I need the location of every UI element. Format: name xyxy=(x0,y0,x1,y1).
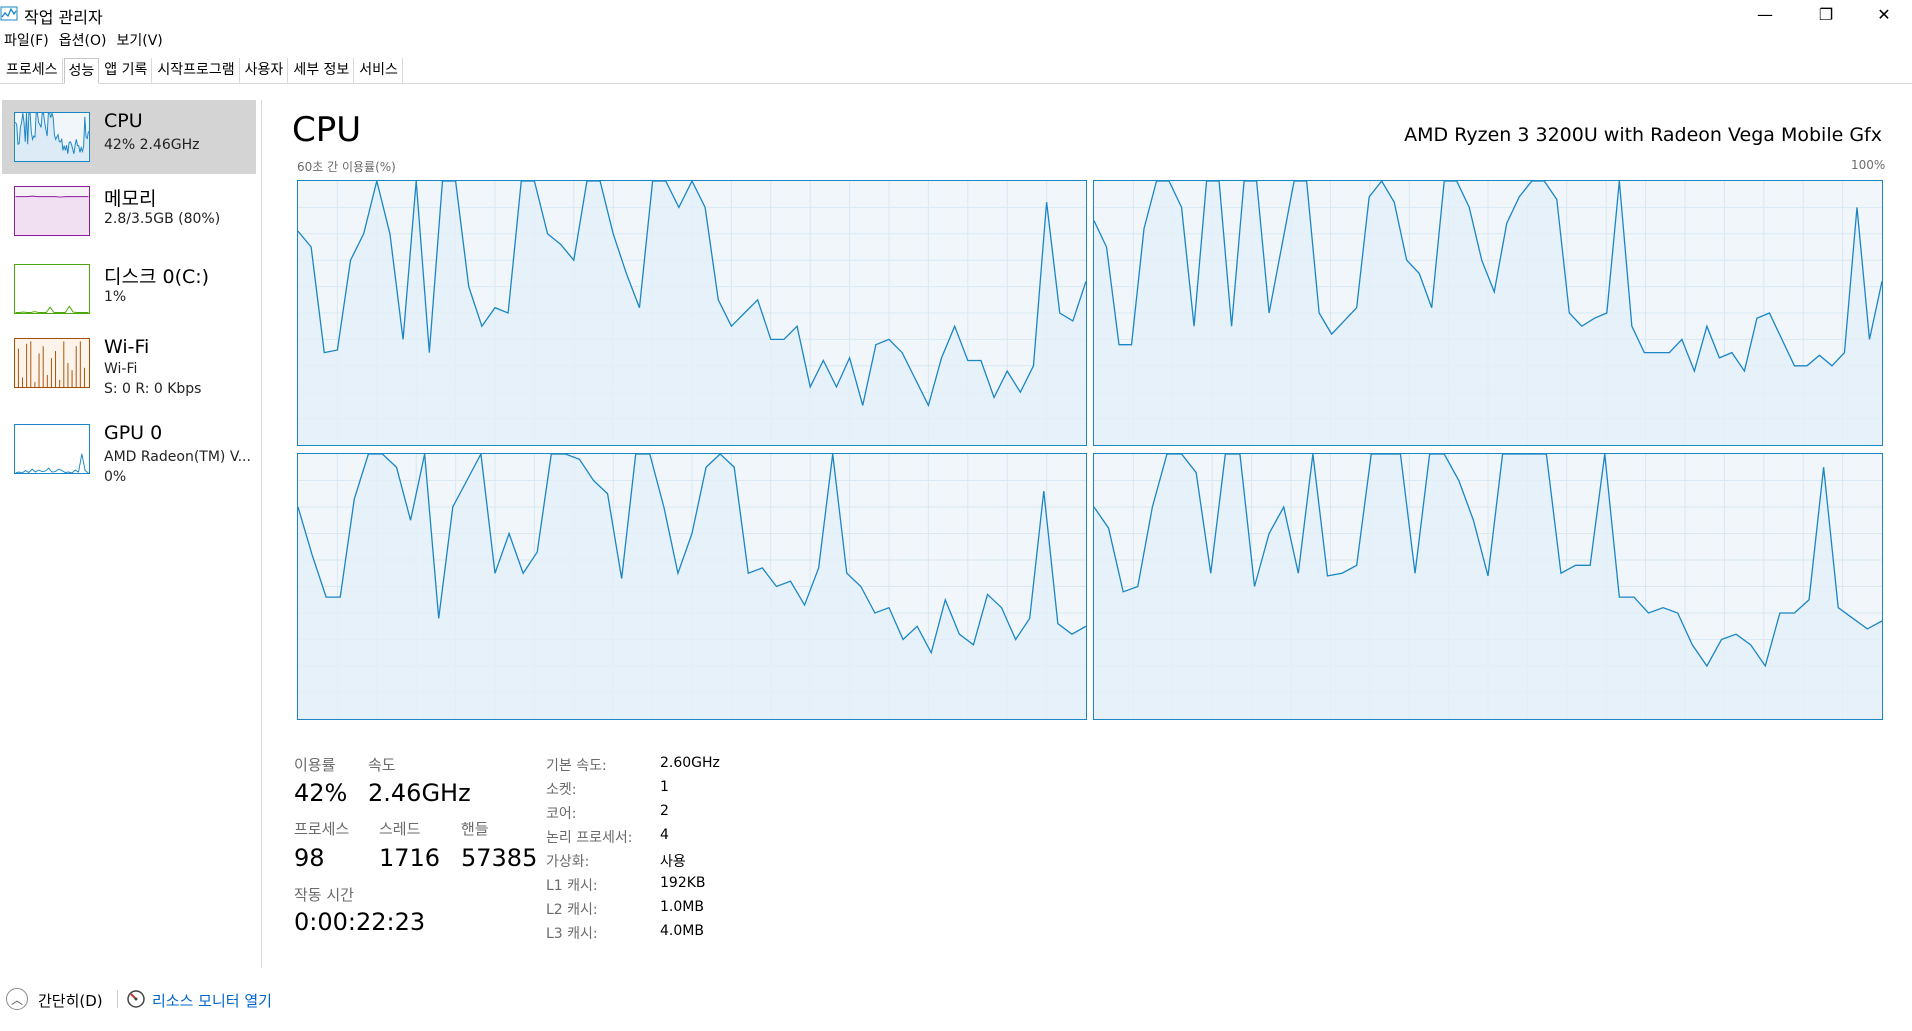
thumbnail-line xyxy=(15,305,89,313)
resource-detail: 1% xyxy=(104,289,127,305)
resource-throughput: S: 0 R: 0 Kbps xyxy=(104,381,202,397)
core-graph-svg xyxy=(298,181,1086,445)
speed-label: 속도 xyxy=(368,756,396,774)
info-label: 소켓: xyxy=(546,782,577,798)
cpu-model: AMD Ryzen 3 3200U with Radeon Vega Mobil… xyxy=(1404,124,1882,146)
chevron-up-icon[interactable]: ︿ xyxy=(6,988,28,1010)
tab-startup[interactable]: 시작프로그램 xyxy=(153,58,240,83)
menu-options[interactable]: 옵션(O) xyxy=(55,30,113,52)
info-value: 2 xyxy=(660,803,669,819)
info-value: 192KB xyxy=(660,875,706,891)
processes-label: 프로세스 xyxy=(294,820,350,838)
resource-monitor-icon xyxy=(127,990,145,1008)
usage-value: 42% xyxy=(294,779,348,807)
resource-memory[interactable]: 메모리 2.8/3.5GB (80%) xyxy=(2,174,256,248)
uptime-value: 0:00:22:23 xyxy=(294,908,426,936)
threads-label: 스레드 xyxy=(379,820,421,838)
resource-cpu[interactable]: CPU 42% 2.46GHz xyxy=(2,100,256,174)
gpu-thumbnail xyxy=(14,424,90,474)
usage-label: 이용률 xyxy=(294,756,336,774)
menu-view[interactable]: 보기(V) xyxy=(112,30,168,52)
resource-name: 디스크 0(C:) xyxy=(104,266,210,288)
thumbnail-line xyxy=(15,453,89,473)
axis-label-right: 100% xyxy=(1851,158,1886,172)
tab-performance[interactable]: 성능 xyxy=(63,58,100,84)
thumbnail-area xyxy=(15,196,89,235)
processes-value: 98 xyxy=(294,844,325,872)
info-value: 1 xyxy=(660,779,669,795)
task-manager-icon xyxy=(0,6,18,21)
info-value: 2.60GHz xyxy=(660,755,720,771)
title-bar: 작업 관리자 — ❐ ✕ xyxy=(0,0,1912,28)
handles-label: 핸들 xyxy=(461,820,489,838)
memory-thumbnail xyxy=(14,186,90,236)
tab-services[interactable]: 서비스 xyxy=(355,58,403,83)
resource-name: 메모리 xyxy=(104,188,157,210)
uptime-label: 작동 시간 xyxy=(294,886,354,904)
resource-disk[interactable]: 디스크 0(C:) 1% xyxy=(2,252,256,326)
resource-name: GPU 0 xyxy=(104,422,163,444)
cpu-graph-core-0 xyxy=(297,180,1087,446)
wifi-thumbnail xyxy=(14,338,90,388)
window-title: 작업 관리자 xyxy=(24,8,103,27)
info-label: 가상화: xyxy=(546,854,590,870)
close-button[interactable]: ✕ xyxy=(1855,0,1912,28)
resource-detail: AMD Radeon(TM) V... xyxy=(104,449,251,465)
handles-value: 57385 xyxy=(461,844,538,872)
resource-detail: 42% 2.46GHz xyxy=(104,137,200,153)
page-title: CPU xyxy=(292,110,362,150)
fewer-details-button[interactable]: 간단히(D) xyxy=(38,990,103,1011)
tab-details[interactable]: 세부 정보 xyxy=(289,58,355,83)
info-value: 사용 xyxy=(660,854,686,870)
open-resource-monitor-link[interactable]: 리소스 모니터 열기 xyxy=(152,990,272,1011)
resource-detail: Wi-Fi xyxy=(104,361,138,377)
info-value: 4.0MB xyxy=(660,923,704,939)
cpu-graph-core-1 xyxy=(1093,180,1883,446)
tab-users[interactable]: 사용자 xyxy=(241,58,289,83)
menu-file[interactable]: 파일(F) xyxy=(0,30,55,52)
menu-bar: 파일(F) 옵션(O) 보기(V) xyxy=(0,30,169,52)
resource-gpu[interactable]: GPU 0 AMD Radeon(TM) V... 0% xyxy=(2,412,256,486)
info-label: L2 캐시: xyxy=(546,902,598,918)
resource-name: Wi-Fi xyxy=(104,336,150,358)
core-graph-svg xyxy=(1094,454,1882,719)
bottom-bar: ︿ 간단히(D) 리소스 모니터 열기 xyxy=(0,984,1912,1014)
core-graph-svg xyxy=(1094,181,1882,445)
cpu-graph-core-2 xyxy=(297,453,1087,720)
cpu-thumbnail xyxy=(14,112,90,162)
resource-detail: 2.8/3.5GB (80%) xyxy=(104,211,221,227)
info-value: 1.0MB xyxy=(660,899,704,915)
disk-thumbnail xyxy=(14,264,90,314)
info-label: 논리 프로세서: xyxy=(546,830,633,846)
info-label: 기본 속도: xyxy=(546,758,607,774)
tab-app-history[interactable]: 앱 기록 xyxy=(100,58,153,83)
tab-bar: 프로세스 성능 앱 기록 시작프로그램 사용자 세부 정보 서비스 xyxy=(0,58,1912,84)
info-label: L1 캐시: xyxy=(546,878,598,894)
core-graph-svg xyxy=(298,454,1086,719)
minimize-button[interactable]: — xyxy=(1736,0,1794,28)
resource-wifi[interactable]: Wi-Fi Wi-Fi S: 0 R: 0 Kbps xyxy=(2,326,256,400)
info-value: 4 xyxy=(660,827,669,843)
axis-label-left: 60초 간 이용률(%) xyxy=(297,160,396,174)
speed-value: 2.46GHz xyxy=(368,779,471,807)
threads-value: 1716 xyxy=(379,844,441,872)
info-label: L3 캐시: xyxy=(546,926,598,942)
resource-list: CPU 42% 2.46GHz 메모리 2.8/3.5GB (80%) 디스크 … xyxy=(0,100,262,968)
divider xyxy=(117,990,118,1008)
maximize-button[interactable]: ❐ xyxy=(1797,0,1855,28)
cpu-graph-core-3 xyxy=(1093,453,1883,720)
info-label: 코어: xyxy=(546,806,577,822)
thumbnail-line xyxy=(15,195,89,198)
tab-processes[interactable]: 프로세스 xyxy=(2,58,63,83)
resource-usage: 0% xyxy=(104,469,127,485)
resource-name: CPU xyxy=(104,110,143,132)
